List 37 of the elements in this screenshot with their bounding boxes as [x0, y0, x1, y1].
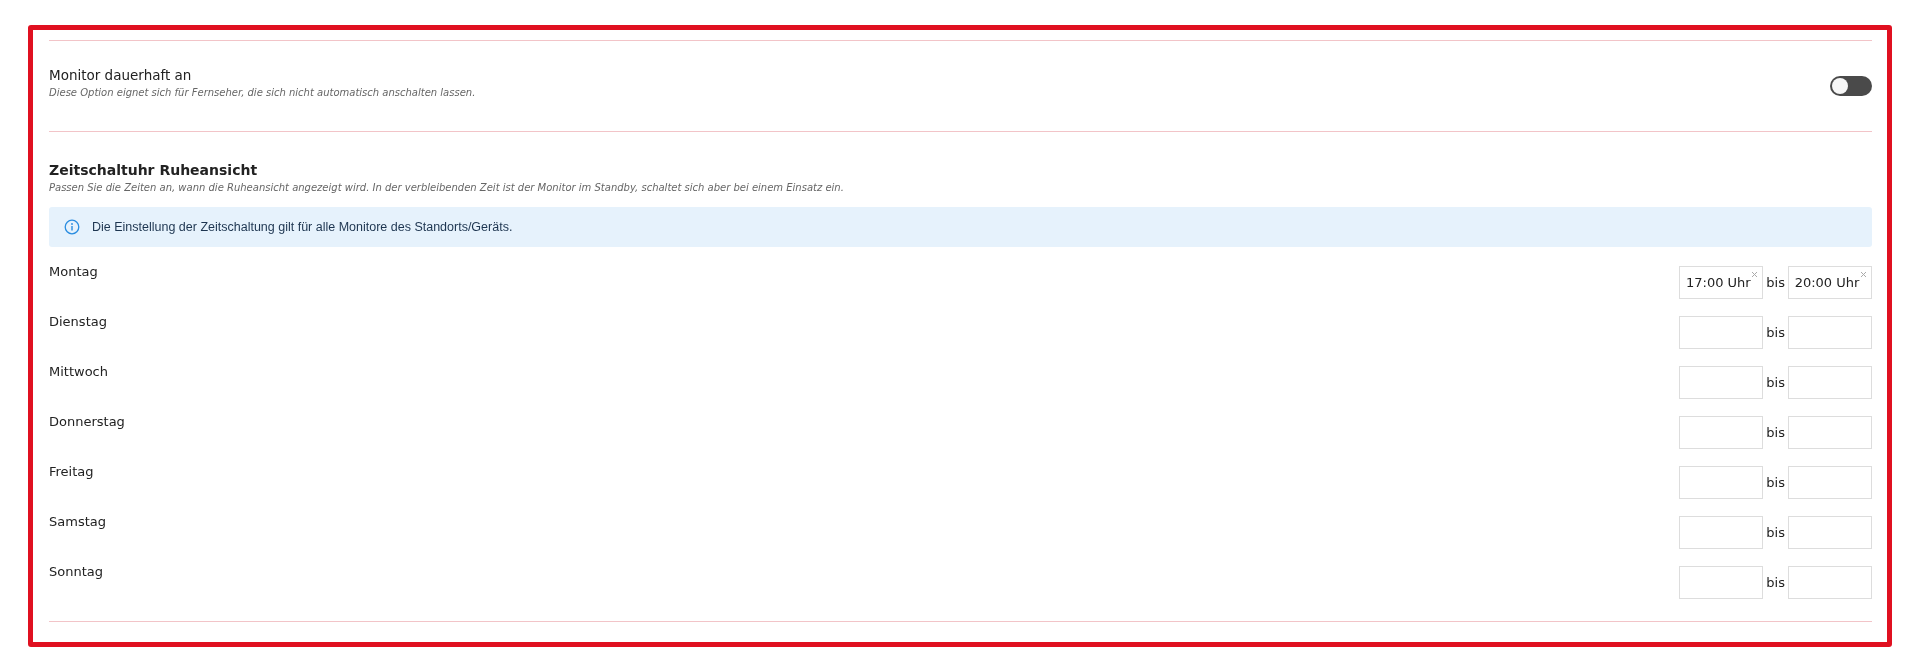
- time-field[interactable]: 17:00 Uhr: [1679, 266, 1764, 299]
- separator-text: bis: [1766, 525, 1785, 540]
- day-label: Montag: [49, 264, 98, 279]
- section-heading: Zeitschaltuhr Ruheansicht: [49, 162, 259, 178]
- time-field[interactable]: [1679, 566, 1764, 599]
- time-field[interactable]: [1679, 516, 1764, 549]
- day-label: Sonntag: [49, 564, 103, 579]
- time-field[interactable]: 20:00 Uhr: [1788, 266, 1872, 299]
- separator-text: bis: [1766, 475, 1785, 490]
- info-text: Die Einstellung der Zeitschaltung gilt für alle Monitore des Standorts/Geräts.: [92, 220, 513, 234]
- toggle-switch[interactable]: [1830, 76, 1872, 96]
- time-field[interactable]: [1788, 466, 1872, 499]
- info-icon: [64, 219, 80, 235]
- time-field[interactable]: [1679, 366, 1764, 399]
- time-field[interactable]: [1679, 466, 1764, 499]
- day-label: Samstag: [49, 514, 106, 529]
- time-field[interactable]: [1788, 416, 1872, 449]
- separator-text: bis: [1766, 425, 1785, 440]
- day-label: Mittwoch: [49, 364, 108, 379]
- separator-text: bis: [1766, 275, 1785, 290]
- time-field[interactable]: [1679, 316, 1764, 349]
- time-field[interactable]: [1788, 516, 1872, 549]
- time-field[interactable]: [1788, 316, 1872, 349]
- time-field[interactable]: [1788, 566, 1872, 599]
- section-description: Passen Sie die Zeiten an, wann die Ruheansicht angezeigt wird. In der verbleibenden Zeit ist der Monitor im Standby, schaltet sich aber bei einem Einsatz ein.: [49, 182, 845, 193]
- clear-icon[interactable]: [1860, 271, 1867, 278]
- day-label: Donnerstag: [49, 414, 125, 429]
- clear-icon[interactable]: [1751, 271, 1759, 278]
- separator-text: bis: [1766, 575, 1785, 590]
- day-label: Dienstag: [49, 314, 107, 329]
- separator-text: bis: [1766, 325, 1785, 340]
- day-label: Freitag: [49, 464, 94, 479]
- setting-title: Monitor dauerhaft an: [49, 66, 193, 83]
- separator-text: bis: [1766, 375, 1785, 390]
- setting-description: Diese Option eignet sich für Fernseher, die sich nicht automatisch anschalten lassen.: [49, 86, 476, 98]
- time-field[interactable]: [1788, 366, 1872, 399]
- time-field[interactable]: [1679, 416, 1764, 449]
